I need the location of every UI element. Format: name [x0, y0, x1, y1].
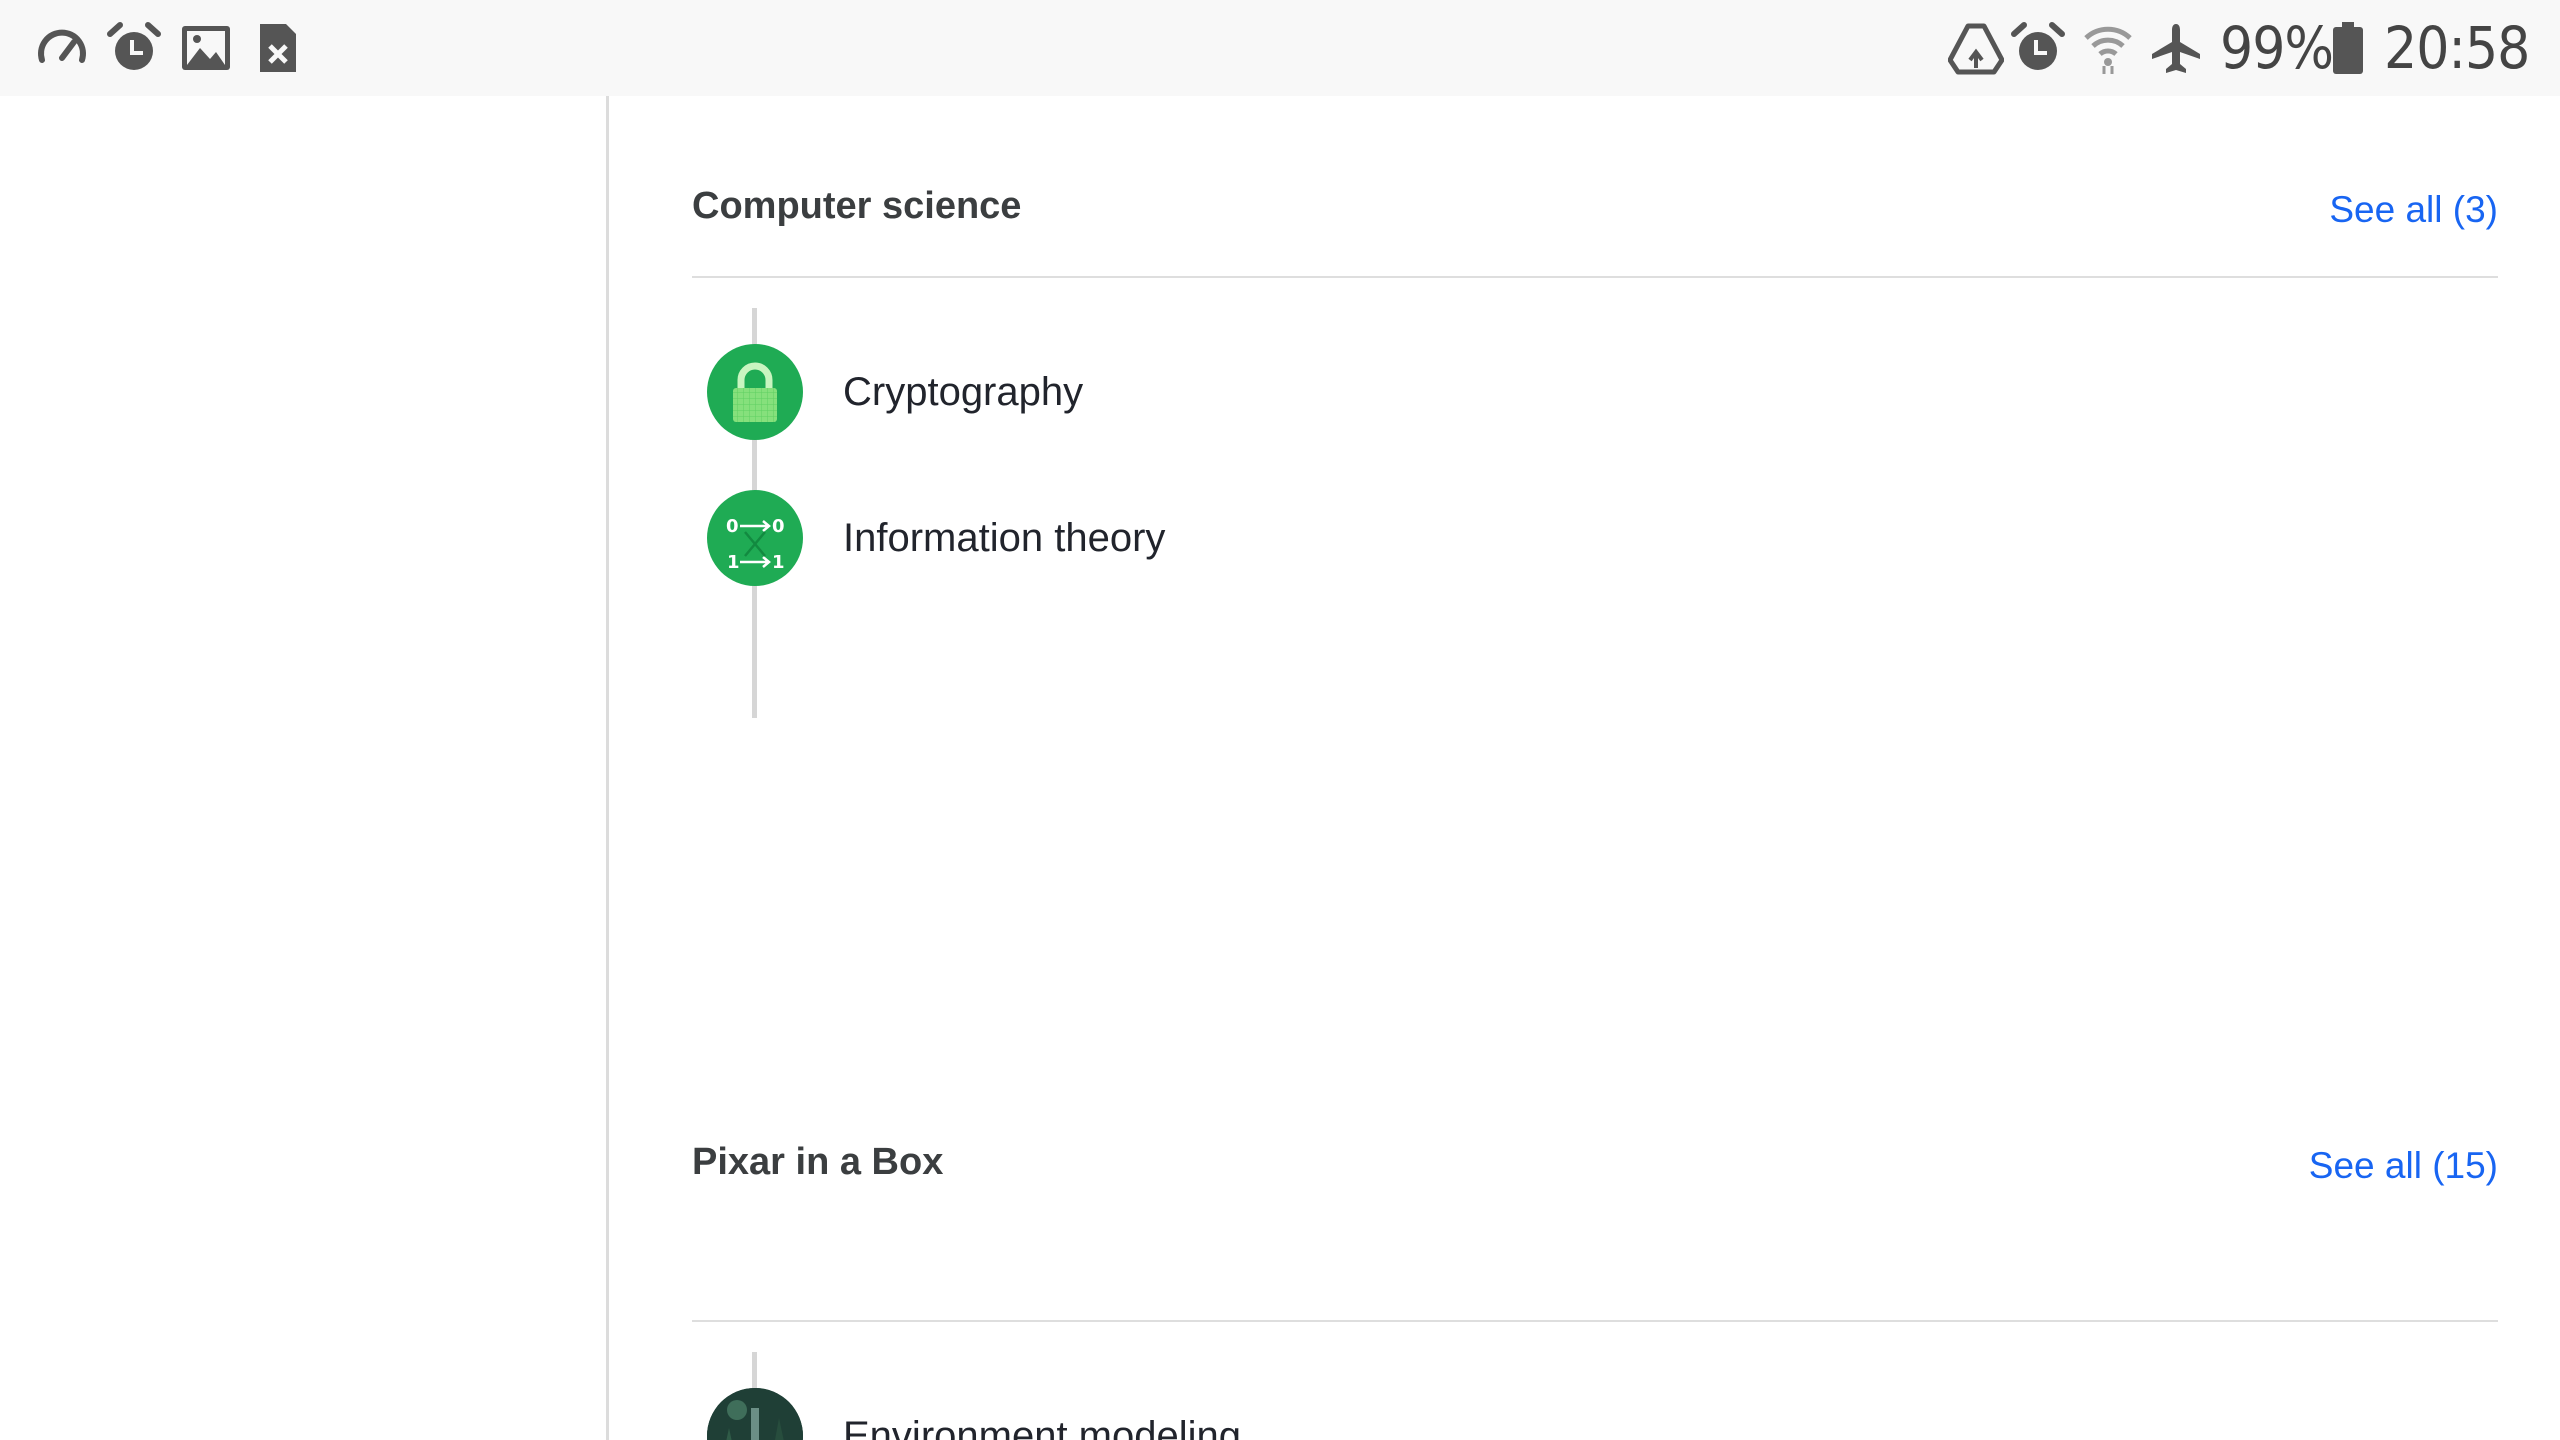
speedometer-icon [38, 29, 86, 63]
svg-text:1: 1 [727, 552, 740, 573]
see-all-link[interactable]: See all (3) [2329, 188, 2498, 232]
file-error-icon [260, 24, 296, 72]
status-bar: 99% 20:58 [0, 0, 2560, 96]
svg-text:1: 1 [772, 552, 785, 573]
airplane-mode-icon [2152, 24, 2200, 73]
padlock-icon [707, 344, 803, 440]
topic-item-cryptography[interactable]: Cryptography [707, 344, 2407, 444]
topic-label: Cryptography [843, 370, 1084, 414]
section-header-computer-science: Computer science See all (3) [692, 96, 2498, 278]
alarm-clock-icon [2011, 22, 2065, 70]
see-all-link[interactable]: See all (15) [2309, 1144, 2498, 1188]
section-header-pixar-in-a-box: Pixar in a Box See all (15) [692, 1140, 2498, 1322]
svg-text:0: 0 [772, 516, 785, 537]
clock-time: 20:58 [2384, 14, 2530, 82]
left-navigation-panel [0, 96, 609, 1440]
forest-scene-icon [707, 1388, 803, 1440]
battery-percentage: 99% [2220, 14, 2334, 82]
topic-item-environment-modeling[interactable]: Environment modeling [707, 1388, 2407, 1440]
alarm-clock-icon [107, 22, 161, 70]
main-content: Computer science See all (3) Cryptograph… [609, 96, 2560, 1440]
battery-icon [2333, 22, 2363, 74]
binary-channel-icon: 0 0 1 1 [707, 490, 803, 586]
image-icon [182, 26, 230, 70]
topic-label: Environment modeling [843, 1414, 1241, 1440]
topic-label: Information theory [843, 516, 1166, 560]
section-title: Computer science [692, 185, 1022, 227]
wifi-icon [2084, 26, 2132, 74]
drive-sync-icon [1948, 23, 2004, 75]
topic-item-information-theory[interactable]: 0 0 1 1 Information theory [707, 490, 2407, 590]
svg-text:0: 0 [726, 516, 739, 537]
section-title: Pixar in a Box [692, 1141, 944, 1183]
